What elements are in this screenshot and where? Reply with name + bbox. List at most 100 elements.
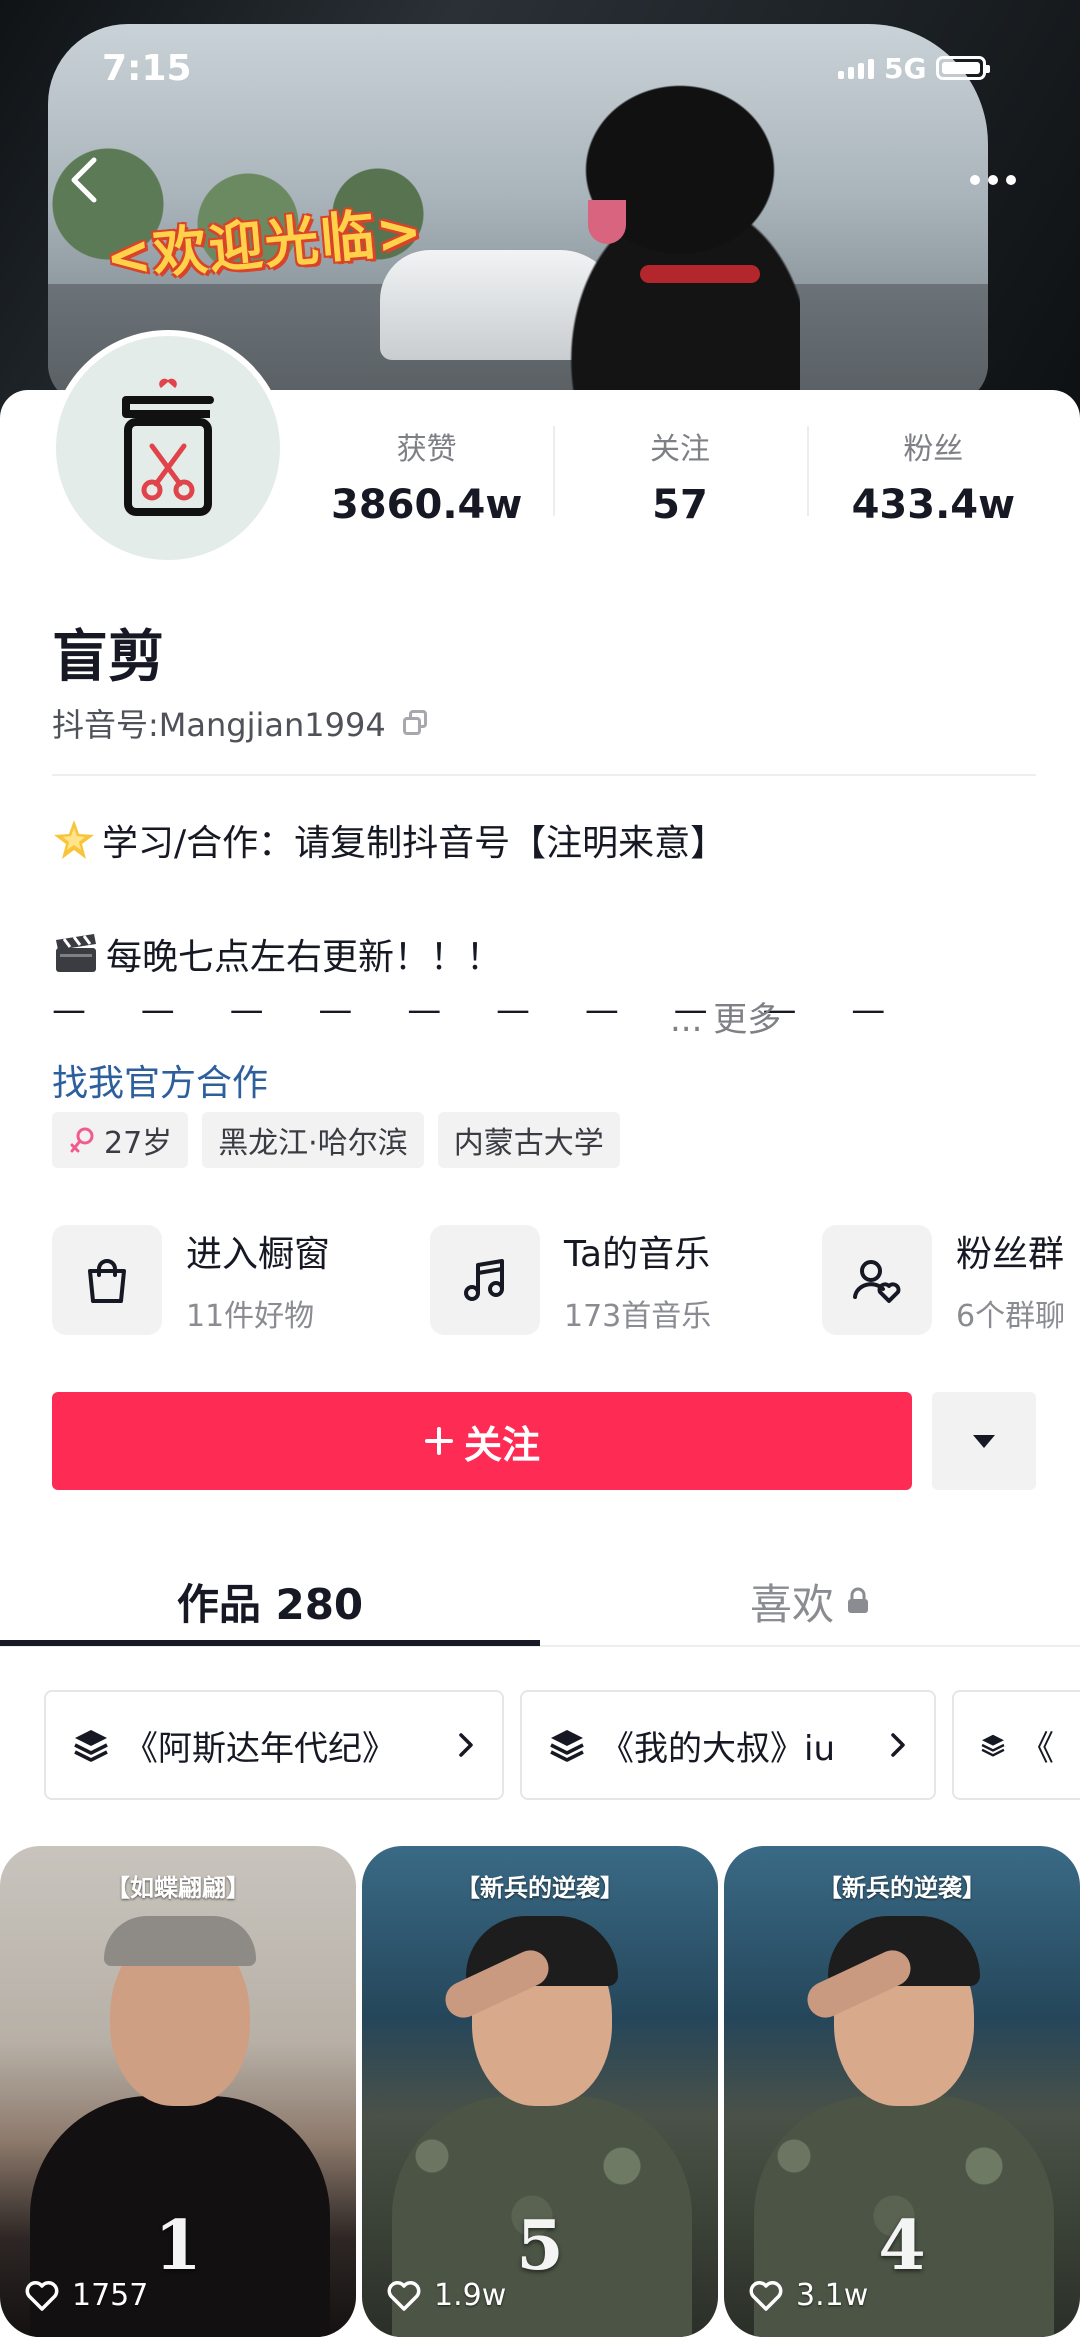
tag-location: 黑龙江·哈尔滨 (202, 1112, 424, 1168)
svc-title: Ta的音乐 (564, 1234, 711, 1275)
showcase-entry[interactable]: 进入橱窗 11件好物 (52, 1225, 330, 1335)
triangle-down-icon (973, 1435, 995, 1448)
copy-icon[interactable] (400, 708, 430, 738)
svc-text: 进入橱窗 11件好物 (186, 1225, 330, 1335)
collection-item[interactable]: 《阿斯达年代纪》 (44, 1690, 504, 1800)
music-entry[interactable]: Ta的音乐 173首音乐 (430, 1225, 711, 1335)
nickname: 盲剪 (52, 625, 164, 690)
dog-collar-decoration (640, 265, 760, 283)
fan-group-icon (853, 1260, 901, 1303)
video-grid: 【如蝶翩翩】 1 1757 【新兵的逆袭】 5 1.9w 【新兵的逆袭】 4 3… (0, 1846, 1080, 2337)
video-thumbnail[interactable]: 【新兵的逆袭】 5 1.9w (362, 1846, 718, 2337)
likes-count: 1.9w (434, 2278, 507, 2313)
likes-count: 3.1w (796, 2278, 869, 2313)
chevron-right-icon (891, 1733, 905, 1757)
music-note-icon (464, 1259, 504, 1301)
signal-icon (838, 57, 874, 79)
video-likes: 1757 (24, 2278, 148, 2313)
tag-age: 27岁 (52, 1112, 189, 1168)
more-options-button[interactable] (958, 160, 1028, 200)
stat-following[interactable]: 关注 57 (553, 420, 806, 540)
tab-label: 喜欢 (749, 1579, 834, 1629)
svc-icon-wrap (822, 1225, 932, 1335)
scissors-jar-logo-icon (122, 378, 214, 516)
profile-tags: 27岁 黑龙江·哈尔滨 内蒙古大学 (52, 1112, 620, 1168)
recommend-dropdown-button[interactable] (932, 1392, 1036, 1490)
episode-number: 4 (878, 2206, 926, 2286)
profile-stats: 获赞 3860.4w 关注 57 粉丝 433.4w (300, 420, 1060, 540)
shopping-bag-icon (88, 1259, 126, 1303)
collection-label: 《 (1020, 1728, 1054, 1769)
tab-works[interactable]: 作品 280 (0, 1556, 540, 1646)
heart-outline-icon (25, 2280, 59, 2311)
thumb-hair (104, 1916, 256, 1966)
tab-likes[interactable]: 喜欢 (540, 1556, 1080, 1646)
status-time: 7:15 (102, 48, 192, 89)
avatar[interactable] (50, 330, 286, 566)
bio-text: 每晚七点左右更新！！！ (106, 937, 503, 978)
tab-active-indicator (0, 1640, 540, 1646)
chevron-right-icon (459, 1733, 473, 1757)
video-title: 【新兵的逆袭】 (456, 1874, 624, 1902)
svc-subtitle: 11件好物 (186, 1299, 315, 1334)
chevron-left-icon (71, 157, 97, 203)
svc-icon-wrap (430, 1225, 540, 1335)
stat-likes: 获赞 3860.4w (300, 420, 553, 540)
svc-title: 进入橱窗 (186, 1234, 331, 1275)
female-icon (70, 1127, 94, 1153)
status-indicators: 5G (838, 48, 991, 88)
clapperboard-icon (56, 934, 96, 972)
svc-text: Ta的音乐 173首音乐 (564, 1225, 711, 1335)
video-likes: 3.1w (748, 2278, 868, 2313)
collection-item[interactable]: 《我的大叔》iu (520, 1690, 936, 1800)
follow-button[interactable]: 关注 (52, 1392, 912, 1490)
video-likes: 1.9w (386, 2278, 506, 2313)
collection-label: 《阿斯达年代纪》 (124, 1728, 396, 1769)
svc-icon-wrap (52, 1225, 162, 1335)
network-type: 5G (884, 51, 927, 85)
video-title: 【新兵的逆袭】 (818, 1874, 986, 1902)
tab-label: 作品 280 (176, 1579, 364, 1629)
service-entries: 进入橱窗 11件好物 Ta的音乐 173首音乐 粉丝群 6个群聊 (52, 1225, 1080, 1335)
stat-value: 57 (652, 482, 708, 528)
account-id-row: 抖音号:Mangjian1994 (52, 700, 430, 746)
lock-icon (848, 1587, 868, 1613)
collection-item[interactable]: 《 (952, 1690, 1080, 1800)
episode-number: 5 (516, 2206, 564, 2286)
collection-label: 《我的大叔》iu (600, 1728, 835, 1769)
bio-line-1: 学习/合作：请复制抖音号【注明来意】 (52, 814, 726, 866)
divider (52, 774, 1036, 776)
svc-text: 粉丝群 6个群聊 (956, 1225, 1065, 1335)
follow-label: 关注 (463, 1422, 540, 1467)
heart-outline-icon (387, 2280, 421, 2311)
plus-icon (424, 1427, 453, 1455)
svc-title: 粉丝群 (956, 1234, 1065, 1275)
video-thumbnail[interactable]: 【新兵的逆袭】 4 3.1w (724, 1846, 1080, 2337)
bio-more-button[interactable]: ... 更多 (670, 992, 781, 1041)
official-cooperation-link[interactable]: 找我官方合作 (52, 1054, 268, 1106)
stat-label: 获赞 (396, 432, 457, 467)
back-button[interactable] (60, 150, 110, 210)
collection-list: 《阿斯达年代纪》 《我的大叔》iu 《 (44, 1690, 1080, 1802)
stat-value: 3860.4w (331, 482, 523, 528)
layers-icon (550, 1730, 584, 1762)
account-id: 抖音号:Mangjian1994 (52, 706, 386, 744)
content-tabs: 作品 280 喜欢 (0, 1556, 1080, 1646)
stat-followers[interactable]: 粉丝 433.4w (806, 420, 1060, 540)
stat-label: 关注 (649, 432, 710, 467)
video-thumbnail[interactable]: 【如蝶翩翩】 1 1757 (0, 1846, 356, 2337)
layers-icon (74, 1730, 108, 1762)
svc-subtitle: 6个群聊 (956, 1299, 1066, 1334)
tag-label: 27岁 (104, 1126, 173, 1161)
tag-school: 内蒙古大学 (437, 1112, 620, 1168)
heart-outline-icon (749, 2280, 783, 2311)
video-title: 【如蝶翩翩】 (106, 1874, 250, 1902)
battery-icon (936, 56, 991, 80)
svc-subtitle: 173首音乐 (564, 1299, 712, 1334)
fan-group-entry[interactable]: 粉丝群 6个群聊 (822, 1225, 1065, 1335)
episode-number: 1 (154, 2206, 202, 2286)
stat-value: 433.4w (851, 482, 1016, 528)
stat-label: 粉丝 (903, 432, 964, 467)
tag-label: 黑龙江·哈尔滨 (218, 1126, 408, 1161)
profile-page: <欢迎光临> 7:15 5G 获赞 3860.4w 关注 57 粉丝 433.4… (0, 0, 1080, 2337)
